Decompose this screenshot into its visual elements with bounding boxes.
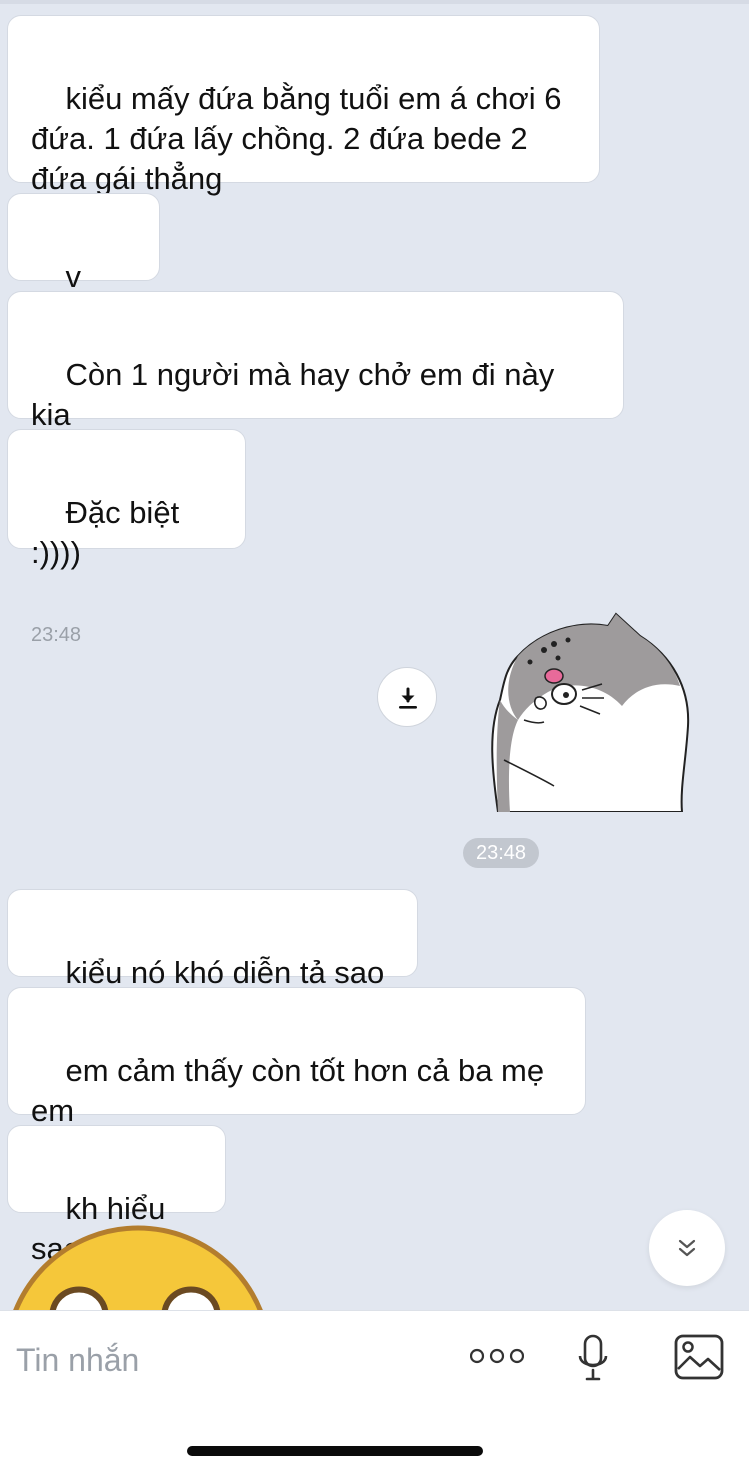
timestamp-pill: 23:48 <box>463 838 539 868</box>
message-input[interactable] <box>16 1336 436 1384</box>
image-icon[interactable] <box>674 1333 724 1381</box>
microphone-icon[interactable] <box>577 1334 609 1382</box>
message-bubble[interactable]: kiểu mấy đứa bằng tuổi em á chơi 6 đứa. … <box>7 15 600 196</box>
message-text: em cảm thấy còn tốt hơn cả ba mẹ em <box>31 1053 545 1128</box>
scroll-to-bottom-button[interactable] <box>649 1210 725 1286</box>
message-time: 23:48 <box>31 624 82 646</box>
download-button[interactable] <box>377 667 437 727</box>
message-bubble[interactable]: Đặc biệt :)))) 23:48 <box>7 429 246 646</box>
home-indicator[interactable] <box>187 1446 483 1456</box>
message-bubble[interactable]: em cảm thấy còn tốt hơn cả ba mẹ em <box>7 987 586 1128</box>
message-bubble[interactable]: Còn 1 người mà hay chở em đi này kia á <box>7 291 624 472</box>
more-icon[interactable] <box>470 1345 524 1367</box>
download-icon <box>399 687 417 709</box>
message-bubble[interactable]: v thôi <box>7 193 160 334</box>
chevron-double-down-icon <box>678 1239 696 1257</box>
message-bubble[interactable]: kh hiểu sao <box>7 1125 226 1266</box>
cat-sticker[interactable] <box>484 610 696 812</box>
message-text: kiểu mấy đứa bằng tuổi em á chơi 6 đứa. … <box>31 81 562 196</box>
smiley-emoji-sticker[interactable] <box>8 1222 268 1310</box>
message-bubble[interactable]: kiểu nó khó diễn tả sao í <box>7 889 418 1030</box>
chat-area[interactable]: kiểu mấy đứa bằng tuổi em á chơi 6 đứa. … <box>0 0 749 1310</box>
message-text: Đặc biệt :)))) <box>31 495 188 570</box>
